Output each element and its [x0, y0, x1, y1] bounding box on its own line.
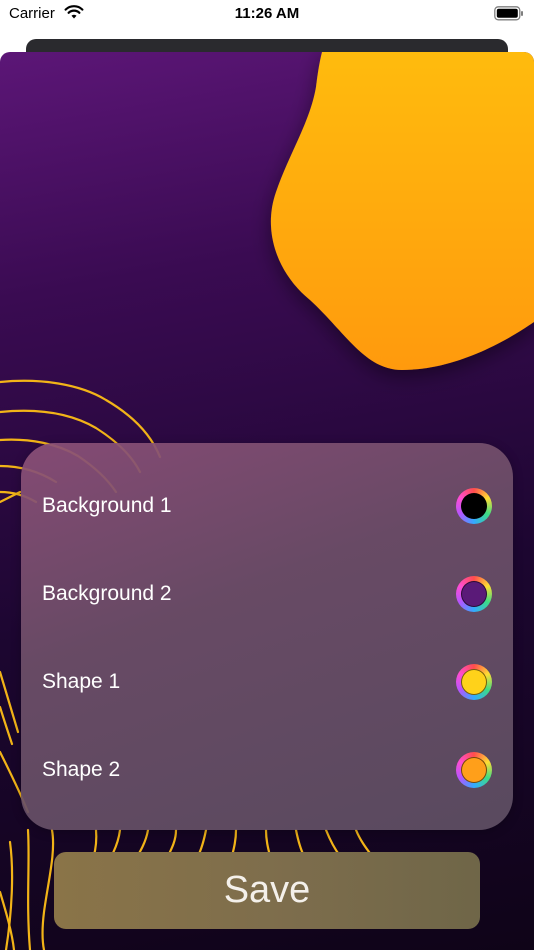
color-swatch-icon	[461, 493, 487, 519]
color-row-shape-2[interactable]: Shape 2	[21, 726, 513, 814]
orange-blob-shape	[270, 52, 534, 370]
color-swatch-icon	[461, 669, 487, 695]
color-picker-background-2[interactable]	[456, 576, 492, 612]
color-row-background-1[interactable]: Background 1	[21, 462, 513, 550]
color-swatch-icon	[461, 757, 487, 783]
color-row-background-2[interactable]: Background 2	[21, 550, 513, 638]
status-bar: Carrier 11:26 AM	[0, 0, 534, 30]
color-swatch-icon	[461, 581, 487, 607]
color-picker-background-1[interactable]	[456, 488, 492, 524]
status-time: 11:26 AM	[234, 5, 300, 22]
row-label: Background 2	[42, 582, 172, 605]
color-settings-card: Background 1 Background 2 Shape 1 Shape …	[21, 443, 513, 830]
color-picker-shape-1[interactable]	[456, 664, 492, 700]
color-picker-shape-2[interactable]	[456, 752, 492, 788]
row-label: Background 1	[42, 494, 172, 517]
row-label: Shape 1	[42, 670, 121, 693]
save-button[interactable]: Save	[54, 852, 480, 929]
row-label: Shape 2	[42, 758, 121, 781]
battery-icon	[494, 6, 524, 25]
preview-sheet: Background 1 Background 2 Shape 1 Shape …	[0, 52, 534, 950]
color-row-shape-1[interactable]: Shape 1	[21, 638, 513, 726]
